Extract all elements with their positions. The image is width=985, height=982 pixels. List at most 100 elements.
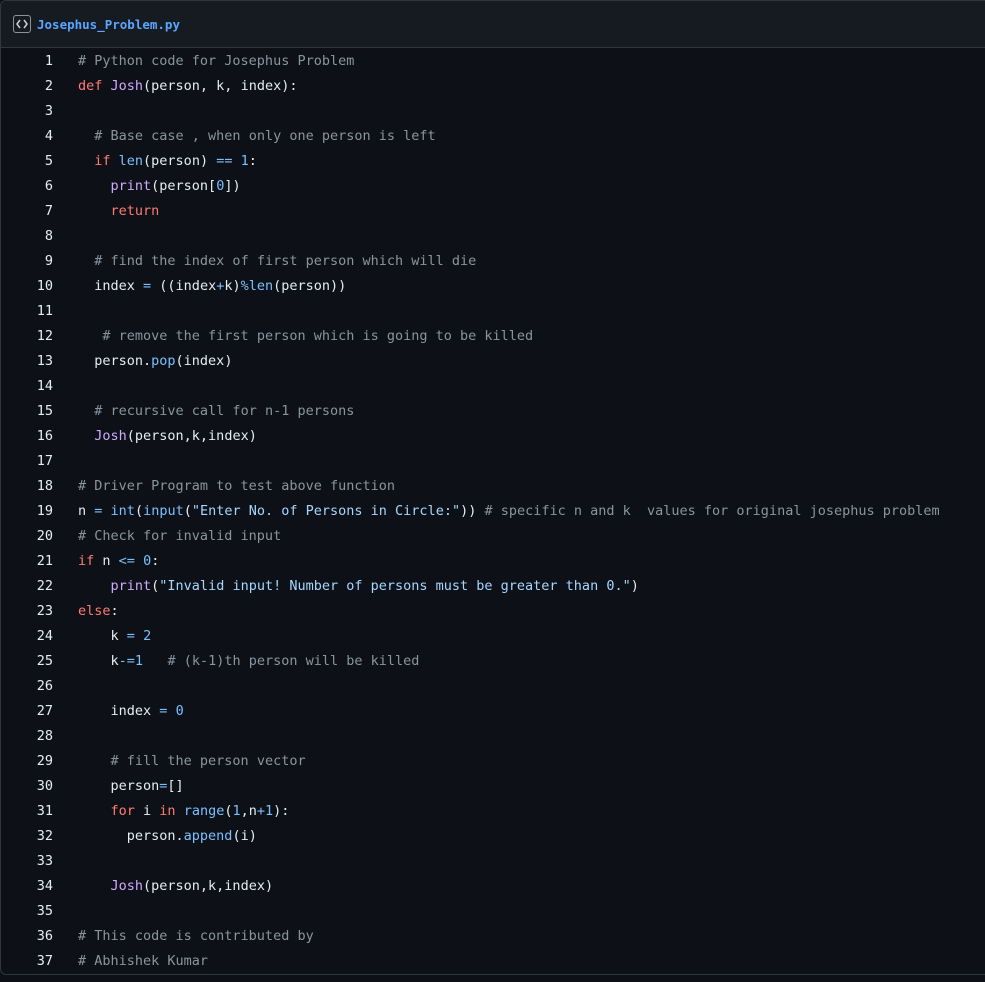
code-token: if (94, 153, 119, 169)
line-number[interactable]: 35 (1, 899, 53, 924)
code-token: [] (167, 778, 184, 794)
line-number[interactable]: 1 (1, 49, 53, 74)
line-number[interactable]: 13 (1, 349, 53, 374)
code-text: k-=1 # (k-1)th person will be killed (78, 649, 420, 674)
code-file-icon[interactable] (13, 15, 31, 33)
line-number[interactable]: 37 (1, 949, 53, 974)
line-number[interactable]: 19 (1, 499, 53, 524)
code-token: 1 (232, 803, 241, 819)
code-token: 0 (143, 553, 152, 569)
line-number[interactable]: 3 (1, 99, 53, 124)
line-number[interactable]: 28 (1, 724, 53, 749)
line-number[interactable]: 10 (1, 274, 53, 299)
line-number[interactable]: 22 (1, 574, 53, 599)
line-number[interactable]: 6 (1, 174, 53, 199)
code-text: person=[] (78, 774, 184, 799)
code-text: # Base case , when only one person is le… (78, 124, 435, 149)
line-number[interactable]: 20 (1, 524, 53, 549)
line-number[interactable]: 36 (1, 924, 53, 949)
line-number[interactable]: 15 (1, 399, 53, 424)
code-token: -= (118, 653, 135, 669)
code-token: 1 (240, 153, 249, 169)
code-line: 15 # recursive call for n-1 persons (1, 399, 985, 424)
line-number[interactable]: 34 (1, 874, 53, 899)
line-number[interactable]: 21 (1, 549, 53, 574)
code-token: # recursive call for n-1 persons (94, 403, 355, 419)
line-number[interactable]: 2 (1, 74, 53, 99)
line-number[interactable]: 7 (1, 199, 53, 224)
code-token: # specific n and k values for original j… (484, 503, 940, 519)
file-name-link[interactable]: Josephus_Problem.py (37, 17, 180, 32)
code-token: n (78, 503, 95, 519)
line-number[interactable]: 23 (1, 599, 53, 624)
code-line: 17 (1, 449, 985, 474)
code-line: 19 n = int(input("Enter No. of Persons in… (1, 499, 985, 524)
code-token: ( (183, 503, 192, 519)
code-line: 35 (1, 899, 985, 924)
code-token: # remove the first person which is going… (102, 328, 534, 344)
code-token: : (248, 153, 257, 169)
code-text: if len(person) == 1: (78, 149, 257, 174)
code-token: i (143, 803, 160, 819)
code-token: (index) (175, 353, 233, 369)
code-line: 33 (1, 849, 985, 874)
line-number[interactable]: 24 (1, 624, 53, 649)
code-token: ( (134, 503, 144, 519)
line-number[interactable]: 27 (1, 699, 53, 724)
code-token: 0 (175, 703, 184, 719)
line-number[interactable]: 26 (1, 674, 53, 699)
code-line: 10 index = ((index+k)%len(person)) (1, 274, 985, 299)
line-number[interactable]: 29 (1, 749, 53, 774)
line-number[interactable]: 8 (1, 224, 53, 249)
code-token: (person,k,index) (143, 878, 274, 894)
line-number[interactable]: 31 (1, 799, 53, 824)
line-number[interactable]: 16 (1, 424, 53, 449)
line-number[interactable]: 11 (1, 299, 53, 324)
code-line: 2 def Josh(person, k, index): (1, 74, 985, 99)
file-header: Josephus_Problem.py (1, 1, 985, 48)
code-token: k (78, 628, 127, 644)
line-number[interactable]: 4 (1, 124, 53, 149)
code-token: % (240, 278, 249, 294)
line-number[interactable]: 9 (1, 249, 53, 274)
code-text: # Check for invalid input (78, 524, 281, 549)
code-token: : (151, 553, 160, 569)
line-number[interactable]: 25 (1, 649, 53, 674)
code-text: # This code is contributed by (78, 924, 314, 949)
line-number[interactable]: 17 (1, 449, 53, 474)
code-text: person.append(i) (78, 824, 257, 849)
line-number[interactable]: 33 (1, 849, 53, 874)
code-text: Josh(person,k,index) (78, 424, 257, 449)
line-number[interactable]: 12 (1, 324, 53, 349)
code-line: 9 # find the index of first person which… (1, 249, 985, 274)
line-number[interactable]: 14 (1, 374, 53, 399)
code-line: 22 print("Invalid input! Number of perso… (1, 574, 985, 599)
code-line: 20 # Check for invalid input (1, 524, 985, 549)
code-token: k) (224, 278, 241, 294)
line-number[interactable]: 18 (1, 474, 53, 499)
code-text: index = 0 (78, 699, 184, 724)
code-line: 37 # Abhishek Kumar (1, 949, 985, 974)
code-token: range (183, 803, 225, 819)
code-text: else: (78, 599, 119, 624)
line-number[interactable]: 32 (1, 824, 53, 849)
code-token: # This code is contributed by (78, 928, 314, 944)
code-token: (person)) (273, 278, 347, 294)
code-line: 6 print(person[0]) (1, 174, 985, 199)
code-line: 7 return (1, 199, 985, 224)
code-token: "Enter No. of Persons in Circle:" (191, 503, 461, 519)
line-number[interactable]: 30 (1, 774, 53, 799)
code-token: input (143, 503, 184, 519)
code-token: print (110, 578, 152, 594)
code-token: append (183, 828, 233, 844)
line-number[interactable]: 5 (1, 149, 53, 174)
code-line: 13 person.pop(index) (1, 349, 985, 374)
